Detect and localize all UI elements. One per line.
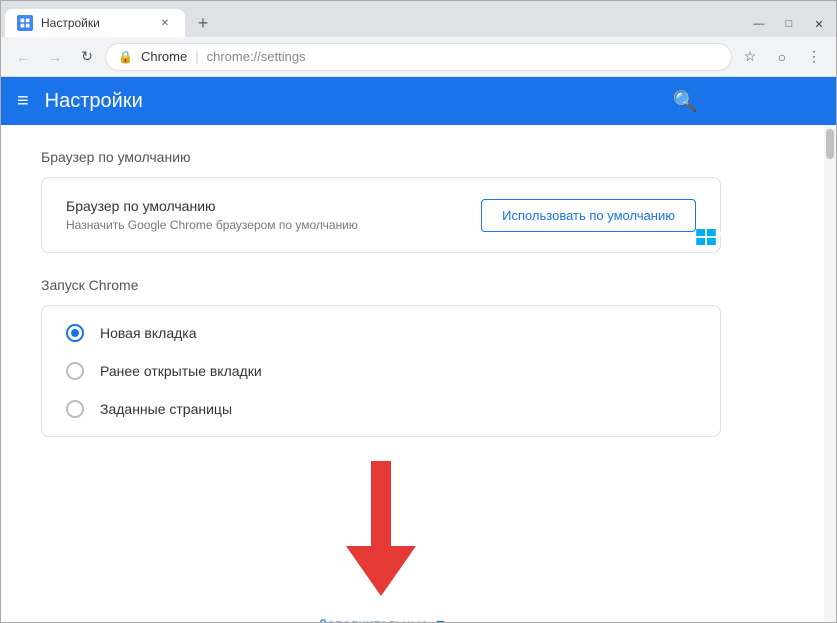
hamburger-menu-icon[interactable]: ≡	[17, 90, 29, 113]
startup-new-tab-label: Новая вкладка	[100, 325, 197, 341]
default-browser-card-title: Браузер по умолчанию	[66, 198, 358, 214]
advanced-button[interactable]: Дополнительные ▾	[318, 614, 445, 622]
startup-option-previous-tabs[interactable]: Ранее открытые вкладки	[42, 352, 720, 390]
startup-specific-pages-label: Заданные страницы	[100, 401, 232, 417]
scrollbar-track[interactable]	[824, 125, 836, 622]
radio-dot	[71, 329, 79, 337]
reload-button[interactable]: ↻	[73, 43, 101, 71]
content-inner: Браузер по умолчанию Браузер по умолчани…	[1, 125, 761, 622]
tab-label: Настройки	[41, 16, 100, 30]
profile-button[interactable]: ○	[768, 43, 796, 71]
address-right-icons: ☆ ○ ⋮	[736, 43, 828, 71]
card-left: Браузер по умолчанию Назначить Google Ch…	[66, 198, 358, 232]
content-area: Браузер по умолчанию Браузер по умолчани…	[1, 125, 836, 622]
maximize-button[interactable]: □	[780, 15, 798, 33]
settings-page-title: Настройки	[45, 90, 143, 113]
watermark-text: WINNOTE.RU	[720, 230, 802, 244]
default-browser-section-title: Браузер по умолчанию	[41, 149, 721, 165]
forward-button[interactable]: →	[41, 43, 69, 71]
default-browser-card-desc: Назначить Google Chrome браузером по умо…	[66, 218, 358, 232]
secure-icon: 🔒	[118, 50, 133, 64]
startup-previous-tabs-label: Ранее открытые вкладки	[100, 363, 262, 379]
tab-close-btn[interactable]: ✕	[157, 15, 173, 31]
chrome-header: ≡ Настройки 🔍 WINNOTE.RU	[1, 77, 836, 125]
url-full: chrome://settings	[207, 49, 306, 64]
default-browser-card: Браузер по умолчанию Назначить Google Ch…	[41, 177, 721, 253]
url-site: Chrome	[141, 49, 187, 64]
minimize-button[interactable]: —	[750, 15, 768, 33]
more-button-container: Дополнительные ▾	[318, 614, 445, 622]
address-bar: ← → ↻ 🔒 Chrome | chrome://settings ☆ ○ ⋮	[1, 37, 836, 77]
browser-window: Настройки ✕ + — □ ✕ ← → ↻ 🔒 Chrome | chr…	[0, 0, 837, 623]
bookmark-button[interactable]: ☆	[736, 43, 764, 71]
winlogo-icon	[696, 229, 716, 245]
more-section: Дополнительные ▾ 👆	[41, 461, 721, 622]
header-search-icon[interactable]: 🔍	[673, 89, 698, 114]
radio-specific-pages	[66, 400, 84, 418]
active-tab[interactable]: Настройки ✕	[5, 9, 185, 37]
scrollbar-thumb[interactable]	[826, 129, 834, 159]
red-arrow-icon	[331, 461, 431, 601]
startup-section-title: Запуск Chrome	[41, 277, 721, 293]
startup-options-card: Новая вкладка Ранее открытые вкладки Зад…	[41, 305, 721, 437]
close-button[interactable]: ✕	[810, 15, 828, 33]
window-controls: — □ ✕	[742, 15, 836, 33]
title-bar: Настройки ✕ + — □ ✕	[1, 1, 836, 37]
menu-button[interactable]: ⋮	[800, 43, 828, 71]
set-default-button[interactable]: Использовать по умолчанию	[481, 199, 696, 232]
advanced-label: Дополнительные	[318, 616, 429, 622]
radio-new-tab	[66, 324, 84, 342]
back-button[interactable]: ←	[9, 43, 37, 71]
url-separator: |	[195, 49, 198, 64]
tab-strip: Настройки ✕ +	[1, 9, 742, 37]
new-tab-button[interactable]: +	[189, 9, 217, 37]
chevron-down-icon: ▾	[436, 614, 444, 622]
tab-favicon	[17, 15, 33, 31]
radio-previous-tabs	[66, 362, 84, 380]
startup-option-specific-pages[interactable]: Заданные страницы	[42, 390, 720, 428]
startup-option-new-tab[interactable]: Новая вкладка	[42, 314, 720, 352]
watermark: WINNOTE.RU	[696, 229, 802, 245]
url-bar[interactable]: 🔒 Chrome | chrome://settings	[105, 43, 732, 71]
red-arrow-container	[331, 461, 431, 606]
